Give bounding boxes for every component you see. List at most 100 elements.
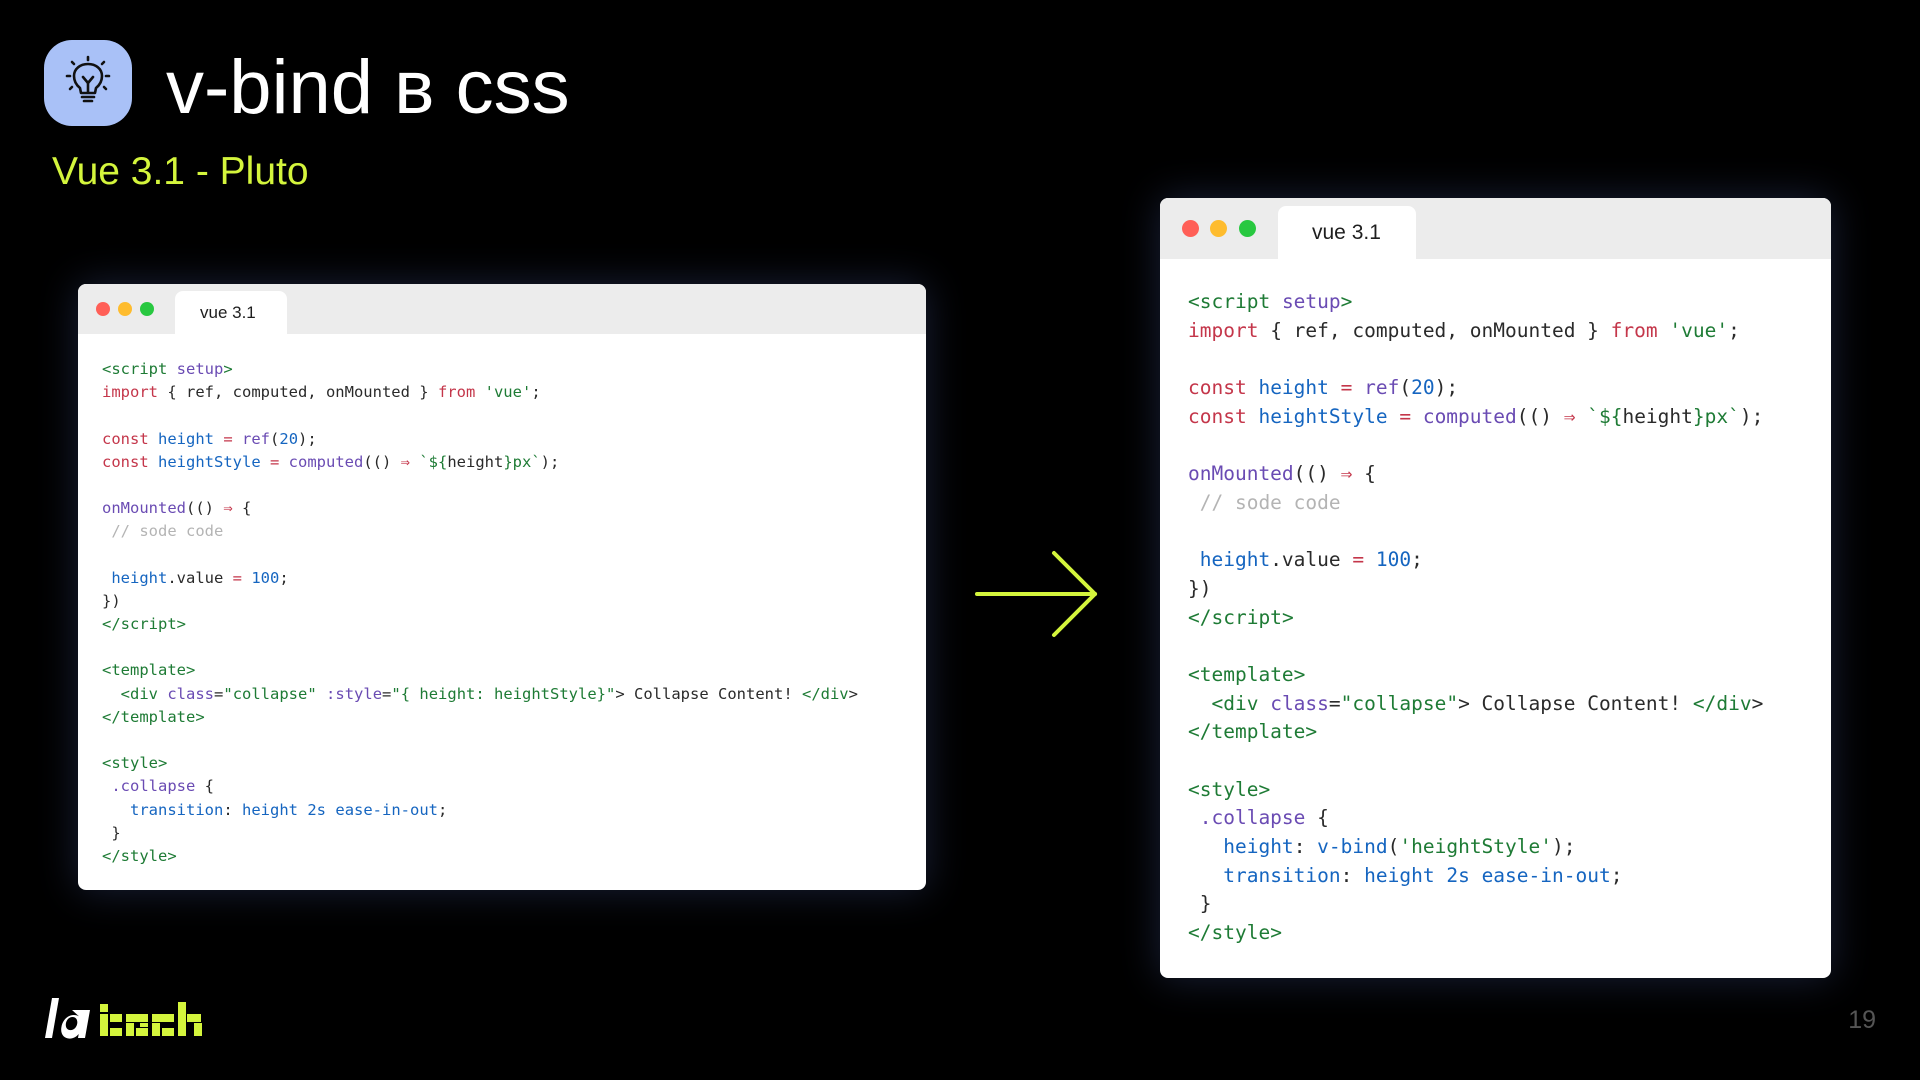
- code-token: =: [382, 684, 392, 703]
- code-token: ;: [438, 800, 448, 819]
- code-token: =: [1352, 548, 1365, 572]
- code-line: }): [102, 590, 858, 613]
- code-line: <div class="collapse"> Collapse Content!…: [1188, 690, 1763, 719]
- window-titlebar: vue 3.1: [1160, 198, 1831, 259]
- code-token: </: [1188, 720, 1212, 744]
- code-token: .value: [167, 568, 233, 587]
- code-token: ⇒: [223, 499, 233, 518]
- code-token: "{ height: heightStyle}": [391, 684, 616, 703]
- code-token: template: [120, 707, 196, 726]
- code-token: height: [447, 452, 504, 471]
- code-token: }px`: [503, 452, 541, 471]
- code-token: =: [1387, 404, 1423, 428]
- code-token: <: [102, 360, 112, 378]
- code-token: }: [1188, 892, 1212, 916]
- code-line: <style>: [1188, 776, 1763, 805]
- arrow-right-icon: [975, 551, 1097, 637]
- code-token: >: [1258, 777, 1271, 801]
- code-token: .value: [1270, 548, 1353, 572]
- code-token: style: [1199, 777, 1259, 801]
- code-token: script: [120, 615, 177, 634]
- code-token: >: [186, 661, 196, 680]
- code-line: </script>: [1188, 604, 1763, 633]
- code-token: <: [1188, 777, 1200, 801]
- code-token: `${: [419, 452, 448, 471]
- code-token: height: [1364, 863, 1435, 887]
- code-token: ⇒: [1340, 462, 1353, 486]
- code-token: template: [111, 661, 186, 680]
- slide-title: v-bind в css: [166, 45, 570, 130]
- code-token: transition: [130, 800, 224, 819]
- code-token: setup: [167, 360, 224, 378]
- code-token: <: [102, 661, 112, 680]
- code-line: }: [102, 822, 858, 845]
- code-token: }: [102, 823, 121, 842]
- code-token: {: [195, 777, 214, 796]
- code-line: <script setup>: [102, 358, 858, 381]
- code-token: ;: [1728, 318, 1740, 342]
- code-token: =: [214, 684, 224, 703]
- code-line: import { ref, computed, onMounted } from…: [102, 381, 858, 404]
- code-token: >: [1293, 662, 1306, 686]
- code-token: onMounted: [1188, 462, 1294, 486]
- code-token: }px`: [1692, 404, 1740, 428]
- code-token: =: [1328, 691, 1341, 715]
- code-token: :style: [326, 684, 383, 703]
- close-dot-icon: [96, 302, 110, 316]
- maximize-dot-icon: [140, 302, 154, 316]
- code-token: ;: [531, 383, 541, 402]
- code-token: 20: [1411, 376, 1435, 400]
- code-token: const: [102, 452, 149, 471]
- code-token: );: [1552, 835, 1576, 859]
- code-token: computed: [1422, 404, 1517, 428]
- code-token: v-bind: [1317, 835, 1388, 859]
- code-token: from: [437, 383, 476, 402]
- code-token: </: [102, 707, 121, 726]
- code-line: import { ref, computed, onMounted } from…: [1188, 317, 1763, 346]
- code-line: </template>: [102, 706, 858, 729]
- code-window-after: vue 3.1 <script setup> import { ref, comp…: [1160, 198, 1831, 978]
- code-token: >: [1751, 691, 1764, 715]
- code-token: );: [540, 452, 560, 471]
- code-token: height: [102, 568, 168, 587]
- code-token: ease-in-out: [1481, 863, 1611, 887]
- code-line: </style>: [102, 845, 858, 868]
- code-line: height.value = 100;: [102, 567, 858, 590]
- code-token: >: [1270, 921, 1282, 945]
- code-token: { ref, computed, onMounted }: [1258, 318, 1611, 342]
- code-token: import: [1188, 318, 1259, 342]
- code-token: <div: [1211, 691, 1259, 715]
- code-token: // sode code: [1188, 490, 1341, 514]
- code-line: .collapse {: [1188, 804, 1763, 833]
- code-token: 20: [279, 429, 299, 448]
- code-token: const: [1188, 404, 1247, 428]
- code-line: }): [1188, 575, 1763, 604]
- code-line: }: [1188, 890, 1763, 919]
- code-token: ;: [1411, 548, 1423, 572]
- code-token: <: [1188, 662, 1200, 686]
- close-dot-icon: [1182, 220, 1199, 237]
- code-token: onMounted: [102, 499, 186, 518]
- code-token: ((): [186, 499, 224, 518]
- code-token: 2s: [1446, 863, 1470, 887]
- latech-logo: [45, 998, 202, 1039]
- code-token: >: [167, 846, 177, 865]
- code-token: :: [223, 800, 242, 819]
- code-token: class: [1270, 691, 1329, 715]
- code-token: height: [158, 429, 215, 448]
- code-token: setup: [1270, 290, 1341, 313]
